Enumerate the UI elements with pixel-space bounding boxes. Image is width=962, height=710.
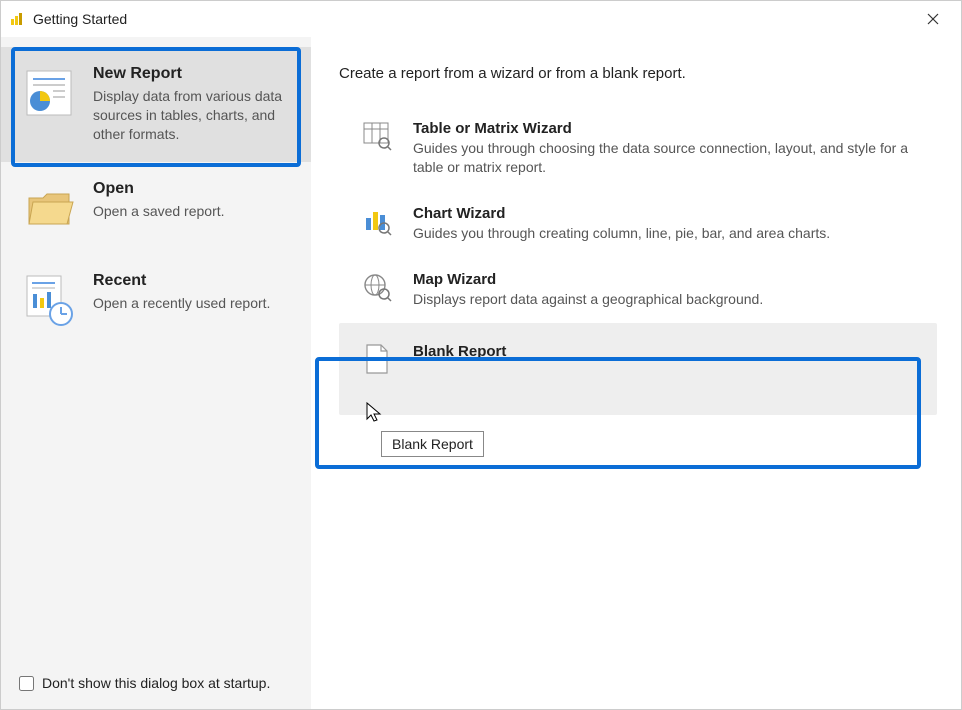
chart-wizard-icon: [361, 205, 393, 237]
blank-report-icon: [361, 343, 393, 375]
window-title: Getting Started: [33, 11, 127, 27]
option-desc: Displays report data against a geographi…: [413, 290, 925, 309]
tooltip: Blank Report: [381, 431, 484, 457]
startup-checkbox-label: Don't show this dialog box at startup.: [42, 675, 270, 691]
startup-checkbox[interactable]: [19, 676, 34, 691]
option-title: Chart Wizard: [413, 205, 925, 222]
main-heading: Create a report from a wizard or from a …: [339, 65, 937, 82]
option-blank-report[interactable]: Blank Report: [339, 323, 937, 415]
dialog-content: New Report Display data from various dat…: [1, 37, 961, 709]
sidebar-item-title: Recent: [93, 272, 299, 290]
option-title: Table or Matrix Wizard: [413, 120, 925, 137]
sidebar-item-desc: Open a recently used report.: [93, 294, 299, 313]
option-desc: Guides you through choosing the data sou…: [413, 139, 925, 177]
sidebar-item-desc: Display data from various data sources i…: [93, 87, 299, 144]
main-panel: Create a report from a wizard or from a …: [311, 37, 961, 709]
option-desc: Guides you through creating column, line…: [413, 224, 925, 243]
sidebar-item-recent[interactable]: Recent Open a recently used report.: [1, 254, 311, 346]
map-wizard-icon: [361, 271, 393, 303]
sidebar-item-title: Open: [93, 180, 299, 198]
option-table-matrix-wizard[interactable]: Table or Matrix Wizard Guides you throug…: [339, 106, 937, 191]
startup-checkbox-row[interactable]: Don't show this dialog box at startup.: [19, 675, 270, 691]
titlebar: Getting Started: [1, 1, 961, 37]
option-title: Map Wizard: [413, 271, 925, 288]
sidebar-item-desc: Open a saved report.: [93, 202, 299, 221]
sidebar-item-open[interactable]: Open Open a saved report.: [1, 162, 311, 254]
close-button[interactable]: [913, 5, 953, 33]
sidebar: New Report Display data from various dat…: [1, 37, 311, 709]
option-map-wizard[interactable]: Map Wizard Displays report data against …: [339, 257, 937, 323]
open-folder-icon: [21, 180, 77, 236]
sidebar-item-new-report[interactable]: New Report Display data from various dat…: [1, 47, 311, 162]
app-icon: [9, 11, 25, 27]
table-wizard-icon: [361, 120, 393, 152]
new-report-icon: [21, 65, 77, 121]
close-icon: [927, 13, 939, 25]
option-chart-wizard[interactable]: Chart Wizard Guides you through creating…: [339, 191, 937, 257]
option-title: Blank Report: [413, 343, 925, 360]
recent-icon: [21, 272, 77, 328]
sidebar-item-title: New Report: [93, 65, 299, 83]
